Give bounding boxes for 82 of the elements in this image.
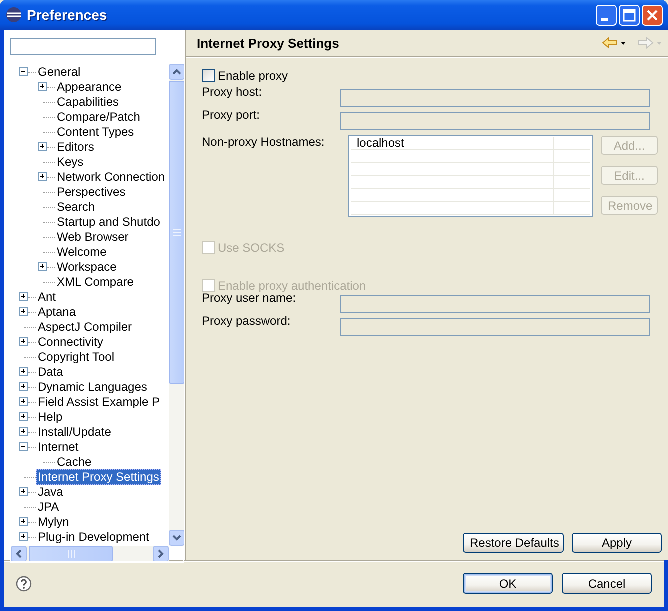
maximize-button[interactable]	[619, 4, 640, 26]
tree-item[interactable]: Content Types	[55, 124, 136, 140]
tree-item[interactable]: Keys	[55, 154, 86, 170]
expand-icon[interactable]	[19, 487, 28, 496]
expand-icon[interactable]	[38, 142, 47, 151]
tree-item[interactable]: Network Connection	[55, 168, 168, 184]
checkbox-label: Enable proxy authentication	[218, 278, 366, 292]
checkbox[interactable]	[202, 69, 215, 82]
tree-item[interactable]: Startup and Shutdo	[55, 214, 162, 230]
tree-item[interactable]: Search	[55, 198, 98, 214]
expand-icon[interactable]	[38, 172, 47, 181]
tree-item[interactable]: Web Browser	[55, 228, 131, 244]
expand-icon[interactable]	[19, 412, 28, 421]
tree-item[interactable]: Capabilities	[55, 94, 122, 110]
tree-item[interactable]: Internet Proxy Settings	[36, 468, 162, 484]
close-button[interactable]	[642, 4, 663, 26]
tree-item[interactable]: Install/Update	[36, 424, 114, 440]
page-title: Internet Proxy Settings	[197, 36, 340, 50]
tree-item[interactable]: Compare/Patch	[55, 108, 142, 124]
scroll-down-button[interactable]	[169, 530, 185, 546]
scroll-left-button[interactable]	[11, 546, 27, 562]
minimize-button[interactable]	[596, 4, 617, 26]
tree-item[interactable]: Internet	[36, 438, 81, 454]
tree-item[interactable]: Cache	[55, 454, 94, 470]
collapse-icon[interactable]	[19, 442, 28, 451]
scrollbar[interactable]	[169, 64, 185, 546]
tree-item[interactable]: Java	[36, 484, 66, 500]
collapse-icon[interactable]	[19, 67, 28, 76]
tree-item[interactable]: Aptana	[36, 304, 78, 320]
tree-item[interactable]: Data	[36, 364, 66, 380]
tree-item[interactable]: Dynamic Languages	[36, 378, 150, 394]
expand-icon[interactable]	[19, 532, 28, 541]
dialog-button[interactable]: OK	[463, 573, 553, 594]
tree-item[interactable]: Appearance	[55, 78, 124, 94]
striped-circle-icon	[6, 7, 22, 23]
window-title: Preferences	[27, 7, 108, 23]
expand-icon[interactable]	[19, 427, 28, 436]
expand-icon[interactable]	[19, 292, 28, 301]
tree-item[interactable]: Welcome	[55, 244, 109, 260]
page-button[interactable]: Restore Defaults	[463, 533, 564, 553]
tree-item[interactable]: Mylyn	[36, 514, 72, 530]
field-label: Proxy password:	[202, 314, 292, 328]
tree-item[interactable]: Help	[36, 408, 65, 424]
tree-item[interactable]: Copyright Tool	[36, 348, 116, 364]
tree-item[interactable]: XML Compare	[55, 274, 136, 290]
table-cell[interactable]: localhost	[351, 137, 554, 149]
expand-icon[interactable]	[19, 367, 28, 376]
expand-icon[interactable]	[38, 262, 47, 271]
page-button[interactable]: Apply	[572, 533, 662, 553]
tree-item[interactable]: Ant	[36, 288, 58, 304]
scroll-up-button[interactable]	[169, 64, 185, 80]
tree-item[interactable]: JPA	[36, 498, 62, 514]
grip-icon	[68, 550, 74, 558]
tree-item[interactable]: Plug-in Development	[36, 528, 152, 544]
expand-icon[interactable]	[19, 307, 28, 316]
grip-icon	[173, 229, 181, 236]
checkbox-label: Enable proxy	[218, 68, 288, 82]
tree-item[interactable]: General	[36, 64, 83, 80]
field-label: Proxy user name:	[202, 291, 298, 305]
scroll-right-button[interactable]	[153, 546, 169, 562]
expand-icon[interactable]	[19, 397, 28, 406]
tree-item[interactable]: Editors	[55, 138, 96, 154]
tree-item[interactable]: Workspace	[55, 258, 119, 274]
checkbox-label: Use SOCKS	[218, 240, 285, 254]
tree-item[interactable]: Field Assist Example P	[36, 394, 162, 410]
dropdown-caret-icon[interactable]	[621, 42, 626, 44]
expand-icon[interactable]	[19, 382, 28, 391]
tree-item[interactable]: Perspectives	[55, 184, 128, 200]
scrollbar-thumb[interactable]	[169, 81, 185, 384]
dialog-button[interactable]: Cancel	[562, 573, 652, 594]
tree-item[interactable]: AspectJ Compiler	[36, 318, 134, 334]
expand-icon[interactable]	[19, 337, 28, 346]
scrollbar[interactable]	[11, 546, 169, 562]
tree-item[interactable]: Connectivity	[36, 334, 106, 350]
expand-icon[interactable]	[19, 517, 28, 526]
expand-icon[interactable]	[38, 82, 47, 91]
scrollbar-thumb[interactable]	[29, 546, 113, 562]
field-label: Proxy host:	[202, 85, 264, 99]
field-label: Proxy port:	[202, 108, 262, 122]
help-icon[interactable]	[16, 576, 32, 592]
filter-field[interactable]	[10, 38, 156, 55]
field-label: Non-proxy Hostnames:	[202, 135, 326, 151]
